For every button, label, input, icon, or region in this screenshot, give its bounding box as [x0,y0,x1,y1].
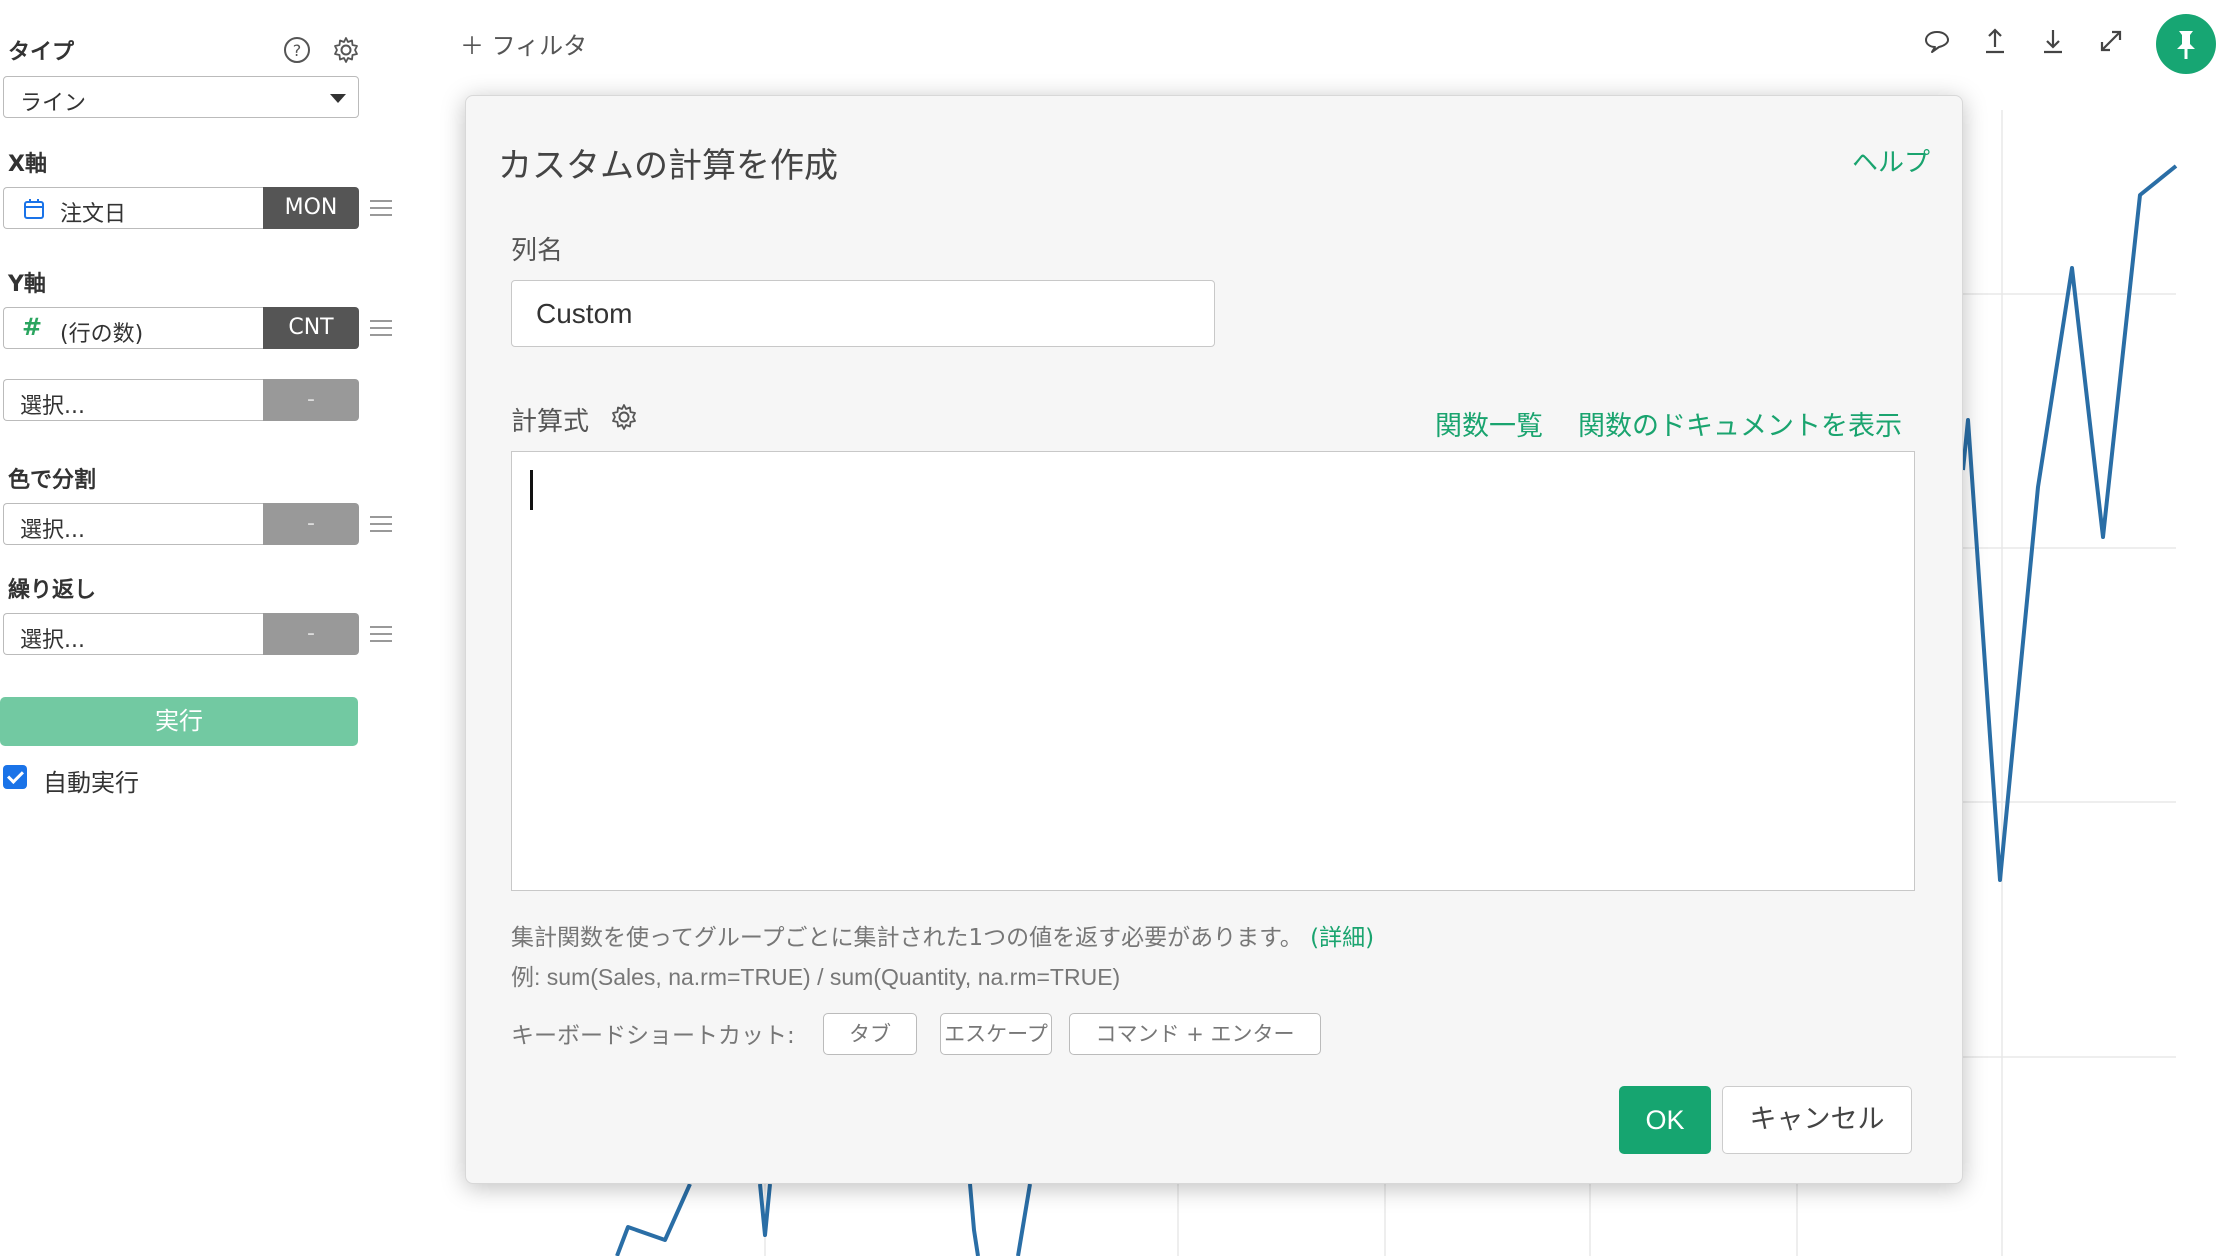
color-split-label: 色で分割 [8,468,97,493]
x-axis-label: X軸 [8,152,47,177]
help-link[interactable]: ヘルプ [1852,142,1930,179]
pin-button[interactable] [2156,14,2216,74]
repeat-row: 選択... - [3,613,359,655]
custom-calculation-dialog: カスタムの計算を作成 ヘルプ 列名 計算式 関数一覧 関数のドキュメントを表示 … [465,95,1963,1184]
repeat-select[interactable]: 選択... [3,613,263,655]
drag-handle-icon[interactable] [370,626,392,642]
color-split-row: 選択... - [3,503,359,545]
function-list-link[interactable]: 関数一覧 [1435,404,1543,443]
x-axis-field-label: 注文日 [60,202,127,227]
calendar-icon [24,199,44,219]
comment-icon[interactable] [1922,26,1952,56]
auto-run-label: 自動実行 [43,769,139,797]
detail-link[interactable]: (詳細) [1310,925,1374,951]
shortcut-command-enter-key: コマンド + エンター [1069,1013,1321,1055]
chart-type-value: ライン [20,91,87,116]
add-filter-button[interactable]: ＋ フィルタ [460,26,587,61]
auto-run-checkbox[interactable] [3,765,27,789]
gear-icon[interactable] [331,35,361,65]
expand-icon[interactable] [2096,26,2126,56]
y-axis-second-placeholder: 選択... [20,394,85,419]
formula-hint: 集計関数を使ってグループごとに集計された1つの値を返す必要があります。 (詳細) [511,918,1374,952]
gear-icon[interactable] [609,402,639,432]
upload-icon[interactable] [1980,26,2010,56]
x-axis-aggregation-button[interactable]: MON [263,187,359,229]
help-icon[interactable]: ? [282,35,312,65]
chevron-down-icon [330,94,346,103]
repeat-label: 繰り返し [8,578,97,603]
dialog-title: カスタムの計算を作成 [498,146,838,186]
x-axis-row: 注文日 MON [3,187,359,229]
repeat-placeholder: 選択... [20,628,85,653]
column-name-label: 列名 [511,236,564,266]
shortcut-escape-key: エスケープ [940,1013,1052,1055]
cancel-button[interactable]: キャンセル [1722,1086,1912,1154]
chart-type-select[interactable]: ライン [3,76,359,118]
repeat-aggregation-button[interactable]: - [263,613,359,655]
y-axis-field-label: (行の数) [60,322,144,347]
x-axis-field[interactable]: 注文日 [3,187,263,229]
text-cursor [530,470,533,510]
color-split-select[interactable]: 選択... [3,503,263,545]
formula-hint-text: 集計関数を使ってグループごとに集計された1つの値を返す必要があります。 [511,925,1303,951]
color-split-aggregation-button[interactable]: - [263,503,359,545]
type-label: タイプ [8,40,75,65]
y-axis-label: Y軸 [8,272,46,297]
drag-handle-icon[interactable] [370,516,392,532]
formula-label: 計算式 [511,407,590,437]
y-axis-second-row: 選択... - [3,379,359,421]
y-axis-second-aggregation-button[interactable]: - [263,379,359,421]
drag-handle-icon[interactable] [370,200,392,216]
color-split-placeholder: 選択... [20,518,85,543]
y-axis-aggregation-button[interactable]: CNT [263,307,359,349]
function-docs-link[interactable]: 関数のドキュメントを表示 [1578,404,1902,443]
y-axis-second-select[interactable]: 選択... [3,379,263,421]
shortcut-tab-key: タブ [823,1013,917,1055]
ok-button[interactable]: OK [1619,1086,1711,1154]
y-axis-field[interactable]: # (行の数) [3,307,263,349]
download-icon[interactable] [2038,26,2068,56]
chart-settings-panel: タイプ ? ライン X軸 注文日 MON Y軸 # (行の数) CNT 選択..… [0,0,400,1256]
number-hash-icon: # [22,313,43,341]
column-name-input[interactable] [511,280,1215,347]
pin-icon [2177,31,2195,59]
svg-text:?: ? [293,41,302,60]
formula-example: 例: sum(Sales, na.rm=TRUE) / sum(Quantity… [511,964,1121,990]
run-button[interactable]: 実行 [0,697,358,746]
y-axis-row: # (行の数) CNT [3,307,359,349]
drag-handle-icon[interactable] [370,320,392,336]
formula-editor[interactable] [511,451,1915,891]
keyboard-shortcut-label: キーボードショートカット: [511,1023,795,1049]
